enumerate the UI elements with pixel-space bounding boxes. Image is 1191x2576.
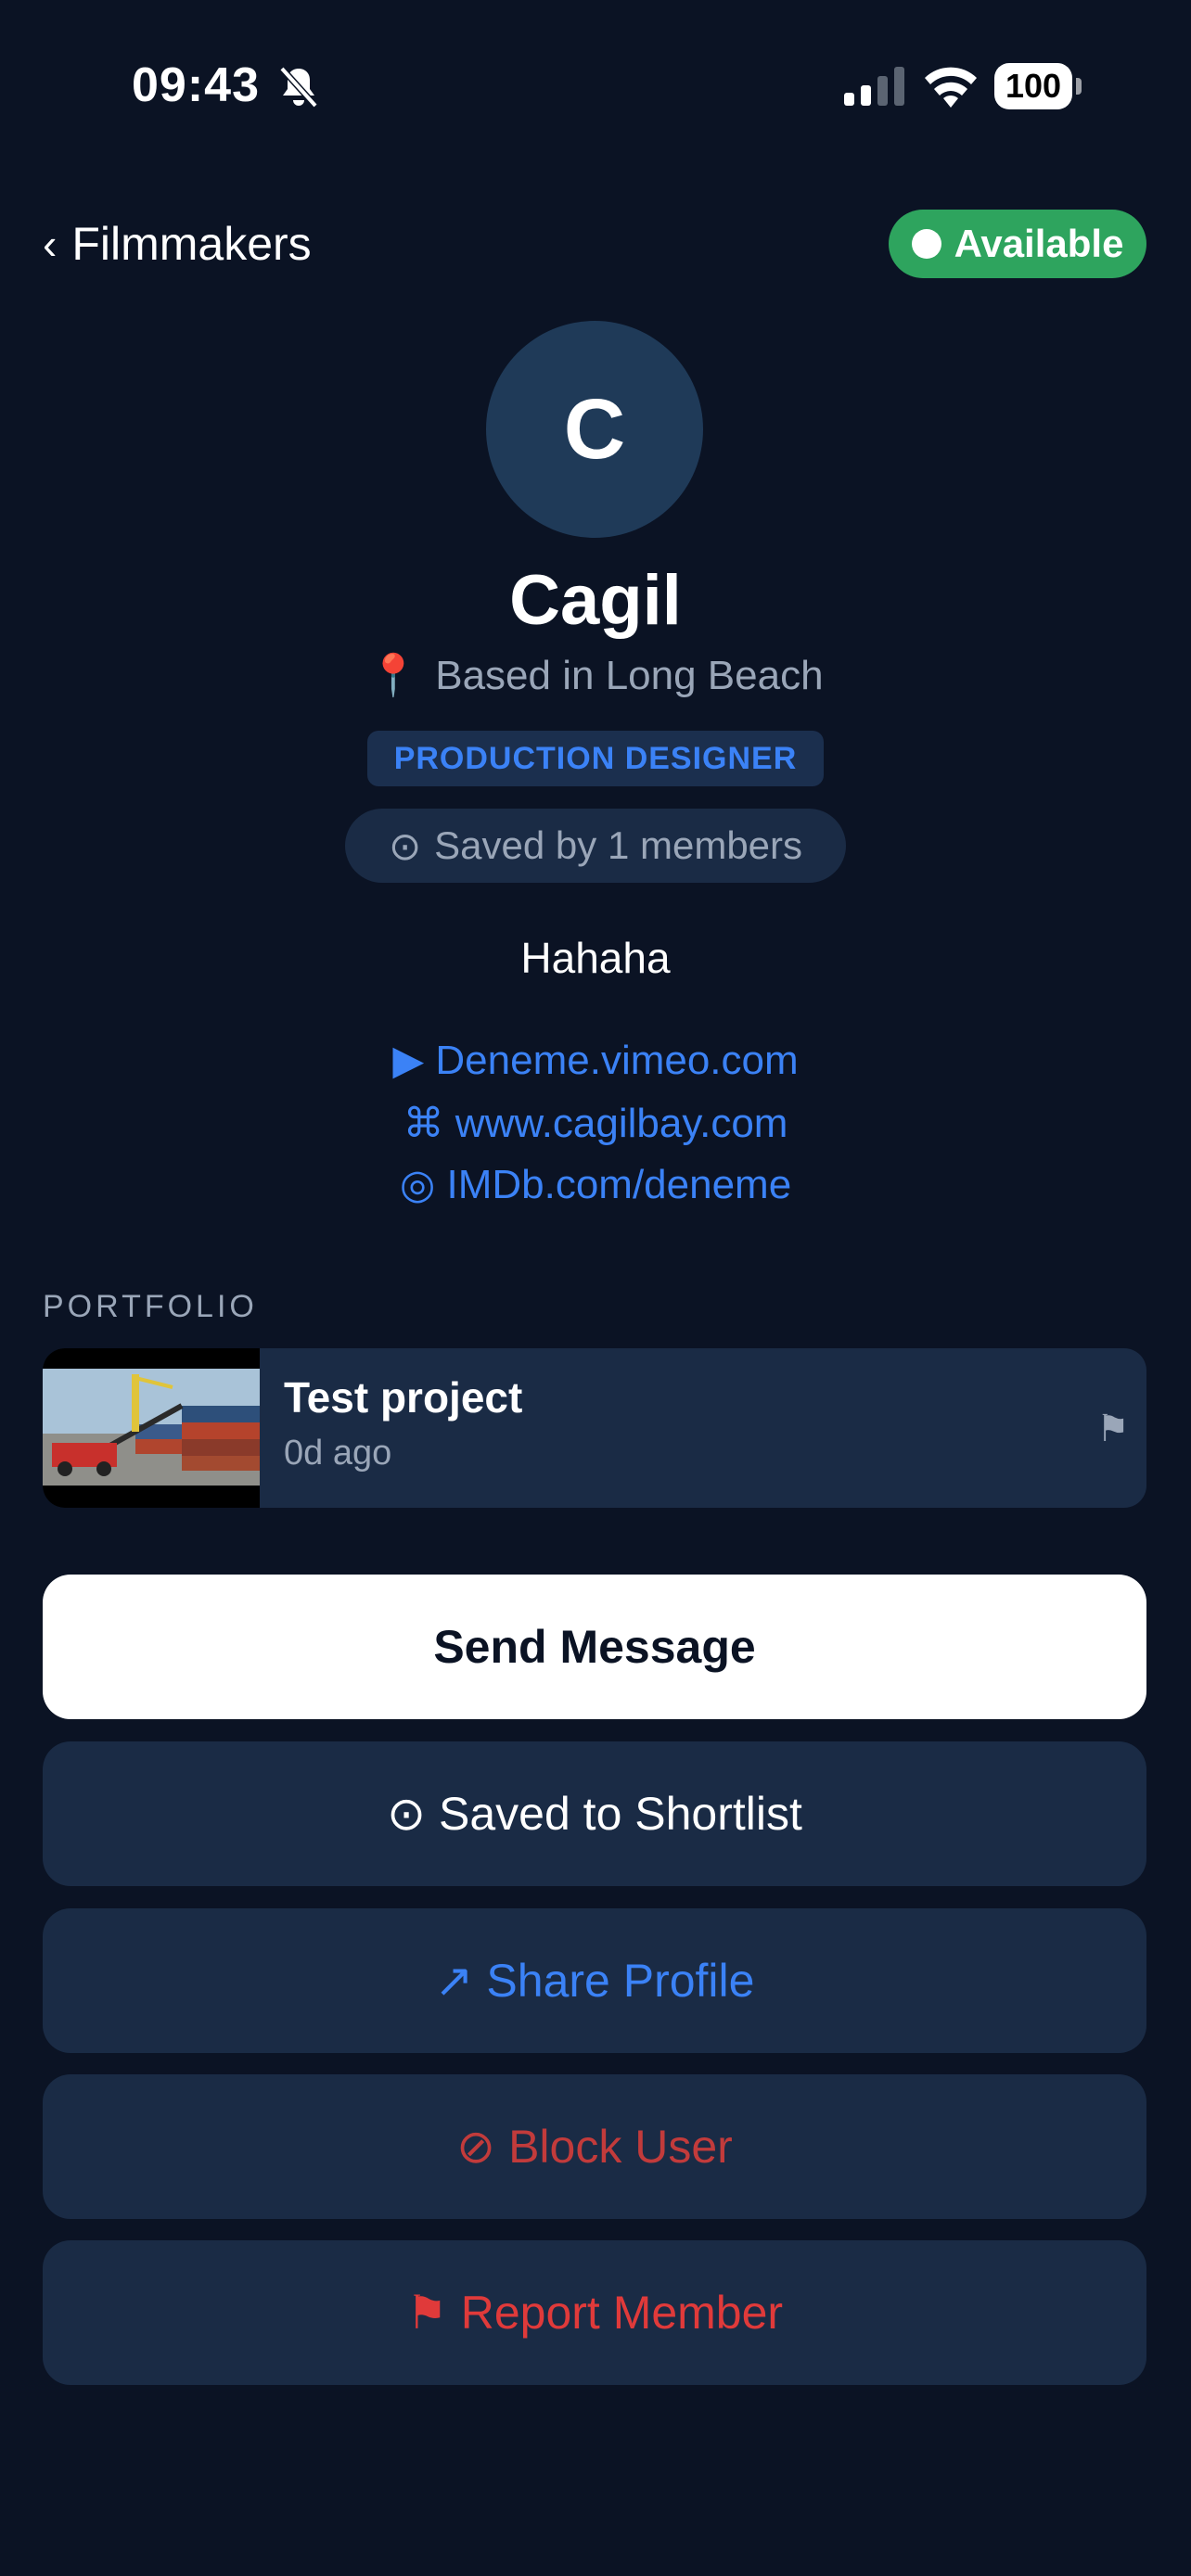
saved-count-pill: ⊙ Saved by 1 members: [345, 809, 846, 883]
status-time: 09:43: [132, 58, 260, 112]
block-user-button[interactable]: ⊘ Block User: [43, 2074, 1146, 2219]
bookmark-icon: ⊙: [387, 1788, 427, 1840]
link-website[interactable]: ⌘ www.cagilbay.com: [0, 1100, 1191, 1147]
send-message-button[interactable]: Send Message: [43, 1575, 1146, 1719]
back-button[interactable]: ‹ Filmmakers: [43, 217, 312, 271]
pin-icon: 📍: [367, 653, 419, 698]
port-scene-image: [43, 1369, 260, 1486]
availability-badge: Available: [889, 210, 1146, 278]
flag-icon: ⚑: [405, 2287, 448, 2339]
command-icon: ⌘: [403, 1101, 444, 1146]
report-label: Report Member: [460, 2287, 784, 2339]
play-icon: ▶: [392, 1038, 425, 1083]
target-icon: ◎: [399, 1162, 436, 1207]
link-text: IMDb.com/deneme: [446, 1162, 792, 1207]
chevron-left-icon: ‹: [43, 220, 58, 268]
profile-location: 📍 Based in Long Beach: [0, 651, 1191, 699]
link-vimeo[interactable]: ▶ Deneme.vimeo.com: [0, 1037, 1191, 1084]
share-profile-button[interactable]: ↗ Share Profile: [43, 1908, 1146, 2053]
block-label: Block User: [508, 2121, 733, 2173]
link-imdb[interactable]: ◎ IMDb.com/deneme: [0, 1161, 1191, 1208]
availability-label: Available: [954, 222, 1124, 265]
role-badge: PRODUCTION DESIGNER: [367, 731, 824, 786]
portfolio-section-label: PORTFOLIO: [43, 1289, 258, 1324]
portfolio-item[interactable]: Test project 0d ago ⚑: [43, 1348, 1146, 1508]
back-label: Filmmakers: [71, 218, 312, 270]
status-dot-icon: [911, 229, 941, 259]
shortlist-button[interactable]: ⊙ Saved to Shortlist: [43, 1741, 1146, 1886]
portfolio-title: Test project: [284, 1373, 523, 1422]
wifi-icon: [925, 67, 977, 108]
portfolio-thumbnail: [43, 1348, 260, 1508]
profile-bio: Hahaha: [520, 934, 671, 982]
battery-level: 100: [994, 63, 1072, 109]
battery-tip: [1076, 78, 1082, 95]
bell-slash-icon: [279, 66, 318, 108]
portfolio-meta: 0d ago: [284, 1434, 392, 1473]
flag-icon[interactable]: ⚑: [1096, 1408, 1130, 1450]
shortlist-label: Saved to Shortlist: [439, 1788, 802, 1840]
link-text: Deneme.vimeo.com: [435, 1038, 799, 1083]
block-icon: ⊘: [456, 2121, 496, 2173]
report-member-button[interactable]: ⚑ Report Member: [43, 2240, 1146, 2385]
location-text: Based in Long Beach: [435, 653, 824, 698]
saved-count-text: Saved by 1 members: [434, 823, 803, 867]
avatar: C: [486, 321, 703, 538]
cellular-signal-icon: [844, 67, 904, 106]
arrow-up-right-icon: ↗: [434, 1955, 474, 2007]
link-text: www.cagilbay.com: [455, 1101, 788, 1146]
bookmark-icon: ⊙: [388, 823, 422, 868]
profile-name: Cagil: [509, 561, 682, 640]
share-label: Share Profile: [486, 1955, 755, 2007]
battery-icon: 100: [994, 63, 1083, 109]
send-message-label: Send Message: [433, 1621, 756, 1673]
